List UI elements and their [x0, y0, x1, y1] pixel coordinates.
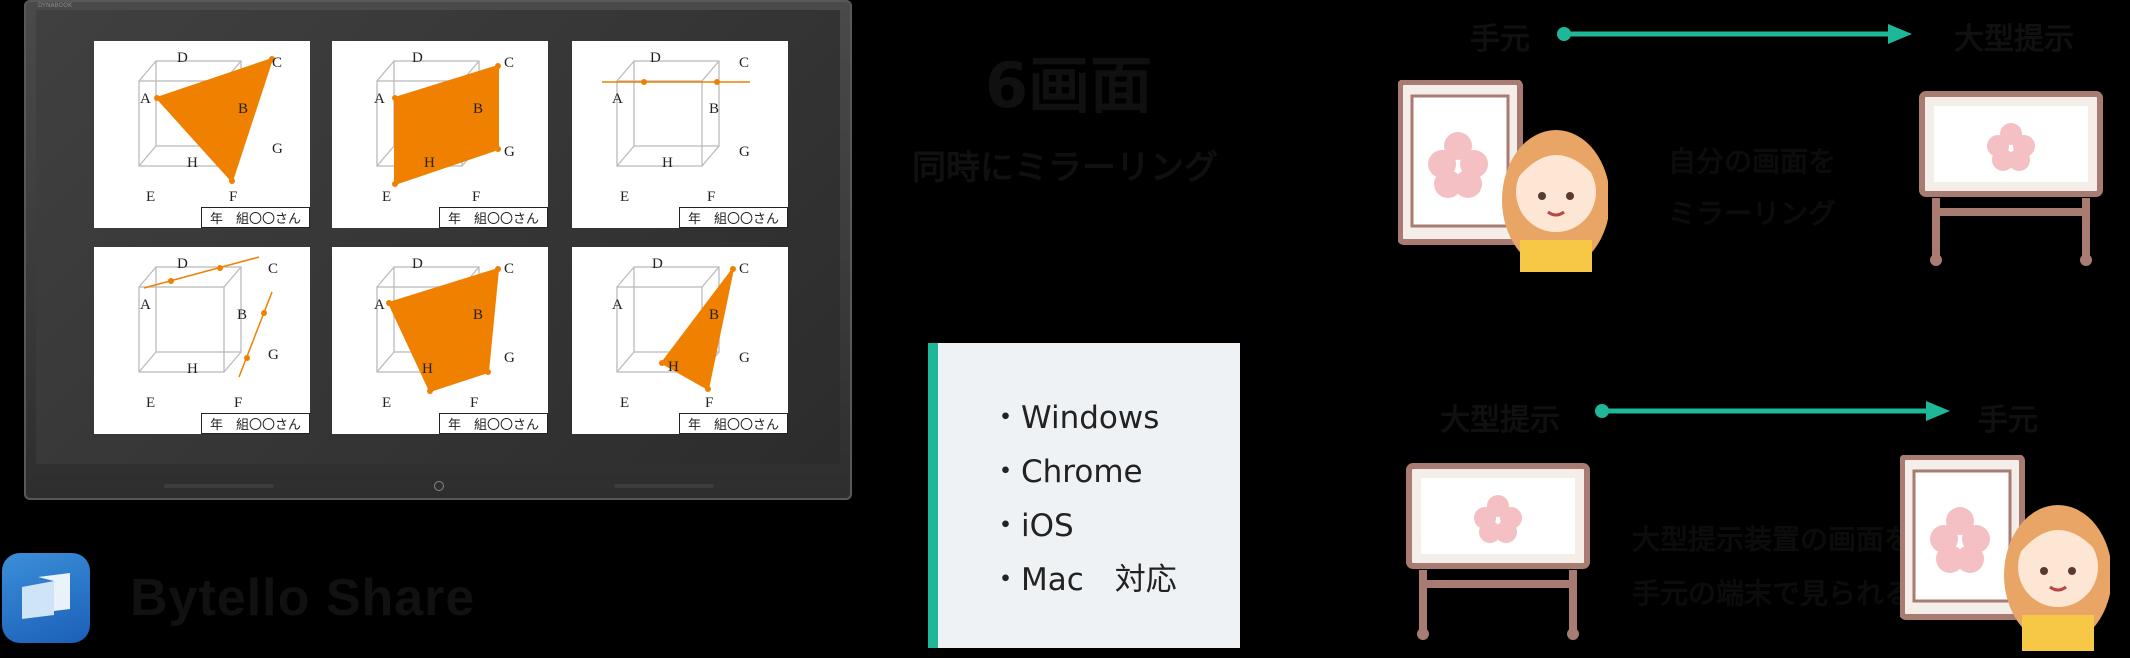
vertex-label-h: H	[422, 361, 433, 377]
cube-diagram: D C A B G H E F	[138, 50, 283, 205]
student-screen-1[interactable]: D C A B G H E F 年 組〇〇さん	[94, 41, 310, 228]
vertex-label-a: A	[374, 91, 385, 107]
vertex-label-g: G	[739, 350, 750, 366]
vertex-label-g: G	[504, 350, 515, 366]
power-button-icon[interactable]	[434, 481, 444, 491]
vertex-label-e: E	[620, 395, 629, 411]
bezel-strip	[164, 484, 274, 488]
vertex-label-b: B	[709, 101, 719, 117]
teacher-with-easel-illustration	[1398, 80, 1608, 272]
student-screen-4[interactable]: D C A B G H E F 年 組〇〇さん	[94, 247, 310, 434]
vertex-label-b: B	[237, 307, 247, 323]
arrow-right-icon	[1595, 401, 1950, 421]
vertex-label-d: D	[177, 256, 188, 272]
vertex-label-a: A	[612, 297, 623, 313]
vertex-label-f: F	[472, 189, 480, 205]
vertex-label-b: B	[473, 307, 483, 323]
vertex-label-e: E	[146, 189, 155, 205]
vertex-label-e: E	[146, 395, 155, 411]
vertex-label-h: H	[668, 359, 679, 375]
vertex-label-d: D	[650, 50, 661, 66]
vertex-label-d: D	[177, 50, 188, 66]
vertex-label-f: F	[234, 395, 242, 411]
vertex-label-g: G	[272, 141, 283, 157]
easel-board-illustration	[1919, 91, 2103, 266]
os-item-mac: ・Mac 対応	[990, 562, 1177, 598]
flow-bottom-from: 大型提示	[1440, 403, 1560, 438]
product-name: Bytello Share	[130, 569, 476, 627]
vertex-label-d: D	[412, 256, 423, 272]
vertex-label-f: F	[707, 189, 715, 205]
vertex-label-h: H	[424, 155, 435, 171]
vertex-label-d: D	[652, 256, 663, 272]
cube-diagram: D C A B G H E F	[612, 256, 750, 411]
vertex-label-a: A	[140, 91, 151, 107]
vertex-label-a: A	[140, 297, 151, 313]
vertex-label-e: E	[382, 395, 391, 411]
vertex-label-a: A	[374, 297, 385, 313]
student-name-tag: 年 組〇〇さん	[679, 207, 788, 228]
headline-simultaneous-mirroring: 同時にミラーリング	[912, 148, 1218, 188]
vertex-label-f: F	[705, 395, 713, 411]
flow-bottom-to: 手元	[1978, 403, 2038, 438]
vertex-label-g: G	[739, 144, 750, 160]
vertex-label-e: E	[620, 189, 629, 205]
monitor-brand: DYNABOOK	[38, 2, 72, 9]
vertex-label-e: E	[382, 189, 391, 205]
flow-top-desc-line2: ミラーリング	[1668, 197, 1837, 230]
student-screen-2[interactable]: D C A B G H E F 年 組〇〇さん	[332, 41, 548, 228]
vertex-label-g: G	[504, 144, 515, 160]
cube-diagram: D C A B G H E F	[602, 50, 750, 205]
bezel-strip	[614, 484, 714, 488]
display-monitor: DYNABOOK D C A B G H E F 年 組〇〇さん D C A B…	[24, 0, 852, 500]
vertex-label-c: C	[272, 55, 282, 71]
vertex-label-c: C	[268, 261, 278, 277]
vertex-label-f: F	[470, 395, 478, 411]
student-screen-3[interactable]: D C A B G H E F 年 組〇〇さん	[572, 41, 788, 228]
vertex-label-d: D	[412, 50, 423, 66]
vertex-label-h: H	[187, 361, 198, 377]
vertex-label-h: H	[187, 155, 198, 171]
easel-board-illustration	[1406, 463, 1590, 640]
cube-diagram: D C A B G H E F	[374, 50, 515, 205]
vertex-label-g: G	[268, 347, 279, 363]
os-item-ios: ・iOS	[990, 508, 1074, 544]
vertex-label-c: C	[504, 55, 514, 71]
vertex-label-f: F	[229, 189, 237, 205]
headline-six-screens: 6画面	[985, 49, 1153, 122]
student-name-tag: 年 組〇〇さん	[201, 207, 310, 228]
vertex-label-c: C	[739, 55, 749, 71]
student-screen-6[interactable]: D C A B G H E F 年 組〇〇さん	[572, 247, 788, 434]
bytello-logo-icon	[2, 553, 90, 643]
student-name-tag: 年 組〇〇さん	[201, 413, 310, 434]
student-name-tag: 年 組〇〇さん	[439, 207, 548, 228]
cube-diagram: D C A B G H E F	[138, 256, 279, 411]
vertex-label-h: H	[662, 155, 673, 171]
student-screen-5[interactable]: D C A B G H E F 年 組〇〇さん	[332, 247, 548, 434]
monitor-screen: D C A B G H E F 年 組〇〇さん D C A B G H E F …	[36, 10, 840, 464]
flow-top-from: 手元	[1470, 22, 1530, 57]
vertex-label-b: B	[709, 307, 719, 323]
panel-accent-bar	[928, 343, 938, 648]
supported-os-panel: ・Windows ・Chrome ・iOS ・Mac 対応	[928, 343, 1240, 648]
flow-bottom-desc-line1: 大型提示装置の画面を	[1632, 523, 1913, 556]
arrow-right-icon	[1557, 24, 1912, 44]
teacher-with-easel-illustration	[1900, 455, 2110, 651]
student-name-tag: 年 組〇〇さん	[679, 413, 788, 434]
vertex-label-b: B	[473, 101, 483, 117]
cube-diagram: D C A B G H E F	[374, 256, 515, 411]
vertex-label-a: A	[612, 91, 623, 107]
os-item-chrome: ・Chrome	[990, 454, 1143, 490]
student-name-tag: 年 組〇〇さん	[439, 413, 548, 434]
vertex-label-c: C	[504, 261, 514, 277]
os-list: ・Windows ・Chrome ・iOS ・Mac 対応	[990, 391, 1177, 607]
os-item-windows: ・Windows	[990, 400, 1160, 436]
vertex-label-c: C	[739, 261, 749, 277]
flow-top-to: 大型提示	[1954, 22, 2074, 57]
vertex-label-b: B	[238, 101, 248, 117]
flow-bottom-desc-line2: 手元の端末で見られる	[1632, 577, 1913, 610]
flow-top-desc-line1: 自分の画面を	[1668, 145, 1837, 178]
